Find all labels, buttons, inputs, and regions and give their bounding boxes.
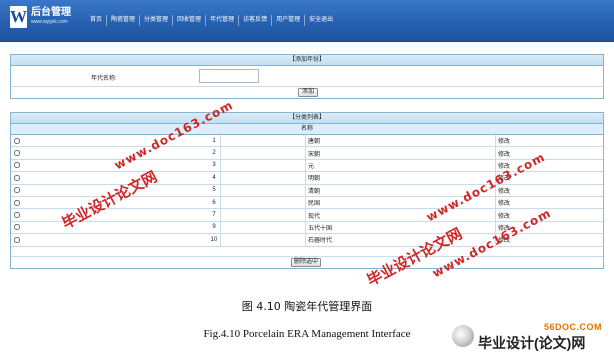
row-id-cell: 10: [11, 234, 221, 246]
row-id-cell: 1: [11, 135, 221, 147]
name-column-header: 名称: [11, 124, 603, 135]
form-row: 年代名称:: [11, 66, 603, 87]
table-row: 1 唐朝 修改: [11, 135, 605, 148]
row-id-cell: 9: [11, 221, 221, 234]
badge-text: 毕业设计(论文)网: [478, 335, 586, 351]
row-id: 3: [212, 162, 216, 169]
row-name: 唐朝: [305, 135, 495, 147]
row-id-cell: 4: [11, 172, 221, 184]
row-id: 7: [212, 212, 216, 219]
nav-porcelain[interactable]: 陶瓷管理: [107, 15, 141, 26]
badge-domain: 56DOC.COM: [544, 322, 603, 332]
badge-globe-icon: [452, 325, 474, 347]
figure-caption-cn: 图 4.10 陶瓷年代管理界面: [241, 300, 373, 313]
era-name-label: 年代名称:: [91, 76, 117, 82]
table-footer: 删除选中: [11, 256, 603, 268]
nav-era[interactable]: 年代管理: [206, 15, 240, 26]
delete-selected-button[interactable]: 删除选中: [291, 258, 321, 267]
row-name: 现代: [305, 209, 495, 221]
row-id: 5: [212, 187, 216, 194]
row-id: 4: [212, 174, 216, 181]
row-id-cell: 7: [11, 209, 221, 221]
main-nav: 首页 陶瓷管理 分类管理 回收管理 年代管理 访客反馈 用户管理 安全退出: [86, 15, 337, 26]
row-id: 6: [212, 199, 216, 206]
nav-category[interactable]: 分类管理: [140, 15, 174, 26]
row-id: 2: [212, 150, 216, 157]
row-name: 石器时代: [305, 234, 495, 246]
nav-recycle[interactable]: 回收管理: [173, 15, 207, 26]
row-edit-link[interactable]: 修改: [495, 135, 605, 147]
row-name: 明朝: [305, 172, 495, 184]
row-name: 宋朝: [305, 147, 495, 159]
add-button-row: 添加: [11, 87, 603, 99]
logo-title: 后台管理: [31, 7, 71, 18]
add-era-panel-title: 【添加年份】: [11, 55, 603, 66]
add-button[interactable]: 添加: [298, 88, 318, 97]
era-list-panel: 【分类列表】 名称 1 唐朝 修改 2 宋朝 修改 3 元修改 4 明朝 修改 5 清朝 修改 6 民国 修改 7…: [10, 112, 604, 269]
row-id: 1: [212, 137, 216, 144]
add-era-panel: 【添加年份】 年代名称: 添加: [10, 54, 604, 99]
nav-home[interactable]: 首页: [86, 15, 108, 26]
logo-mark: W: [10, 6, 27, 28]
table-row: 2 宋朝 修改: [11, 147, 605, 160]
nav-users[interactable]: 用户管理: [272, 15, 306, 26]
site-badge: 56DOC.COM 毕业设计(论文)网: [452, 322, 610, 352]
row-id: 10: [210, 236, 218, 243]
row-name: 元: [305, 159, 495, 172]
era-list-panel-title: 【分类列表】: [11, 113, 603, 124]
row-edit-link[interactable]: 修改: [495, 196, 605, 209]
nav-logout[interactable]: 安全退出: [305, 15, 337, 26]
row-id: 9: [212, 224, 216, 231]
nav-feedback[interactable]: 访客反馈: [239, 15, 273, 26]
era-name-input[interactable]: [199, 69, 259, 83]
logo-subtitle: www.wygsk.com: [31, 19, 68, 25]
row-name: 五代十国: [305, 221, 495, 234]
row-edit-link[interactable]: 修改: [495, 147, 605, 159]
logo[interactable]: W 后台管理 www.wygsk.com: [10, 6, 72, 30]
top-header: W 后台管理 www.wygsk.com 首页 陶瓷管理 分类管理 回收管理 年…: [0, 0, 614, 42]
row-edit-link[interactable]: 修改: [495, 184, 605, 196]
